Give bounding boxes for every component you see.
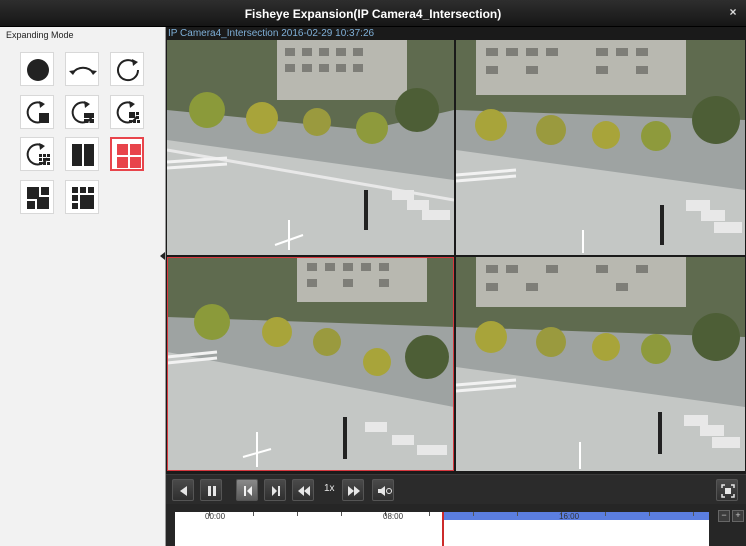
timeline-track[interactable]: 00:00 08:00 16:00: [175, 512, 709, 546]
video-frame: [167, 40, 454, 255]
timeline-tick: [473, 512, 474, 516]
panorama-360-icon: [117, 59, 140, 82]
timeline-tick: [253, 512, 254, 516]
timeline-tick: [605, 512, 606, 516]
four-ptz-button[interactable]: [110, 137, 144, 171]
timeline-tick: [693, 512, 694, 516]
speed-up-button[interactable]: [342, 479, 364, 501]
video-frame: [456, 40, 745, 255]
playhead[interactable]: [442, 512, 444, 546]
dual-180-icon: [72, 144, 94, 166]
expanding-mode-label: Expanding Mode: [6, 30, 74, 40]
panorama-6-ptz-button[interactable]: [110, 95, 144, 129]
ptz-view-4[interactable]: [456, 257, 745, 471]
video-frame: [167, 257, 454, 471]
panorama-1-ptz-icon: [26, 101, 49, 124]
window-title: Fisheye Expansion(IP Camera4_Intersectio…: [244, 7, 502, 21]
ptz-view-1[interactable]: [167, 40, 454, 255]
close-button[interactable]: ×: [726, 5, 740, 19]
panorama-180-button[interactable]: [65, 52, 99, 86]
playback-toolbar: 1x: [166, 474, 746, 505]
timeline-label: 16:00: [559, 512, 580, 521]
pause-icon: [208, 486, 216, 496]
reverse-play-button[interactable]: [172, 479, 194, 501]
panorama-360-button[interactable]: [110, 52, 144, 86]
fisheye-3-ptz-button[interactable]: [20, 180, 54, 214]
timeline-label: 00:00: [205, 512, 226, 521]
fisheye-8-ptz-button[interactable]: [65, 180, 99, 214]
panorama-180-icon: [69, 66, 97, 75]
fisheye-mode-button[interactable]: [20, 52, 54, 86]
slow-down-button[interactable]: [292, 479, 314, 501]
camera-overlay-text: IP Camera4_Intersection 2016-02-29 10:37…: [168, 28, 375, 39]
timeline-tick: [297, 512, 298, 516]
step-forward-button[interactable]: [264, 479, 286, 501]
timeline-tick: [429, 512, 430, 516]
speaker-icon: [378, 486, 392, 496]
ptz-view-3[interactable]: [167, 257, 454, 471]
expanding-mode-panel: Expanding Mode: [0, 27, 166, 546]
panorama-6-ptz-icon: [116, 101, 140, 124]
video-frame: [456, 257, 745, 471]
timeline-label: 08:00: [383, 512, 404, 521]
timeline-zoom-in-button[interactable]: +: [732, 510, 744, 522]
timeline-tick: [517, 512, 518, 516]
capture-button[interactable]: [716, 479, 738, 501]
title-bar: Fisheye Expansion(IP Camera4_Intersectio…: [0, 0, 746, 27]
timeline-zoom-out-button[interactable]: −: [718, 510, 730, 522]
four-ptz-icon: [117, 144, 141, 168]
fullscreen-icon: [721, 484, 735, 498]
panorama-8-ptz-button[interactable]: [20, 137, 54, 171]
panorama-1-ptz-button[interactable]: [20, 95, 54, 129]
step-back-icon: [244, 486, 252, 496]
panorama-8-ptz-icon: [26, 143, 50, 166]
panorama-3-ptz-icon: [71, 101, 94, 124]
audio-button[interactable]: [372, 479, 394, 501]
rewind-icon: [298, 486, 310, 496]
playback-speed: 1x: [324, 483, 335, 494]
dual-180-button[interactable]: [65, 137, 99, 171]
fast-forward-icon: [348, 486, 360, 496]
reverse-play-icon: [180, 486, 187, 496]
fisheye-3-ptz-icon: [27, 187, 49, 209]
fisheye-8-ptz-icon: [72, 187, 94, 209]
fisheye-mode-icon: [27, 59, 49, 81]
panorama-3-ptz-button[interactable]: [65, 95, 99, 129]
step-back-button[interactable]: [236, 479, 258, 501]
ptz-view-2[interactable]: [456, 40, 745, 255]
timeline-tick: [341, 512, 342, 516]
pause-button[interactable]: [200, 479, 222, 501]
timeline-tick: [649, 512, 650, 516]
timeline-bar[interactable]: 00:00 08:00 16:00 − +: [166, 504, 746, 546]
step-forward-icon: [272, 486, 280, 496]
